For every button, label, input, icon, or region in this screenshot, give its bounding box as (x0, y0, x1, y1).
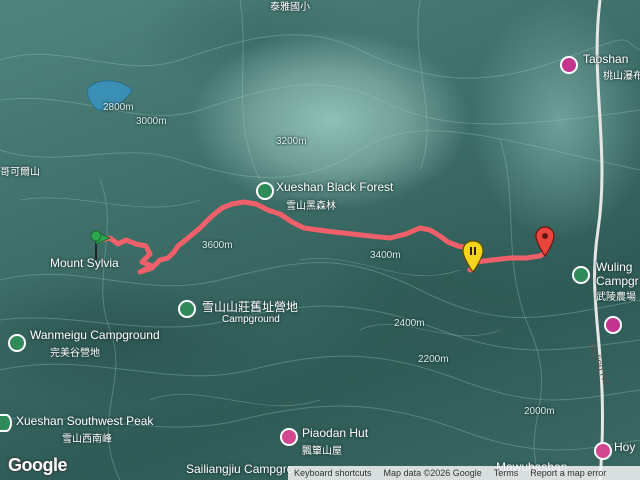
place-wanmeigu[interactable]: Wanmeigu Campground (30, 328, 160, 342)
place-campground-cn[interactable]: 雪山山莊舊址營地 (202, 298, 298, 315)
piaodan-hut-icon[interactable] (280, 428, 298, 446)
contour-label: 2400m (394, 318, 425, 329)
place-piaodan-cn: 飄簞山屋 (302, 446, 342, 457)
contour-label: 3200m (276, 136, 307, 147)
place-southwest-peak-cn: 雪山西南峰 (62, 434, 112, 445)
black-forest-icon[interactable] (256, 182, 274, 200)
map-data-text: Map data ©2026 Google (383, 468, 482, 478)
terms-link[interactable]: Terms (488, 468, 525, 478)
wanmeigu-icon[interactable] (8, 334, 26, 352)
waypoint-marker[interactable] (462, 240, 484, 274)
wuling-road (593, 0, 605, 480)
place-campground: Campground (222, 314, 280, 325)
contour-label: 3400m (370, 250, 401, 261)
contour-label: 3000m (136, 116, 167, 127)
hoy-icon[interactable] (594, 442, 612, 460)
place-left-edge: 哥可爾山 (0, 167, 40, 178)
wuling-icon[interactable] (572, 266, 590, 284)
end-marker[interactable] (535, 226, 555, 258)
contour-label: 2800m (103, 102, 134, 113)
google-logo[interactable]: Google (8, 455, 68, 476)
place-wanmeigu-cn: 完美谷營地 (50, 348, 100, 359)
place-wuling-cn: 武陵農場 (596, 292, 636, 303)
campground-icon[interactable] (178, 300, 196, 318)
taoshan-pin[interactable] (560, 56, 578, 74)
report-error-link[interactable]: Report a map error (524, 468, 612, 478)
contour-label: 2200m (418, 354, 449, 365)
place-sailiangjiu[interactable]: Sailiangjiu Campgro (186, 462, 293, 476)
place-hoy[interactable]: Hoy (614, 440, 635, 454)
place-piaodan[interactable]: Piaodan Hut (302, 426, 368, 440)
place-wuling[interactable]: Wuling (596, 260, 632, 274)
place-black-forest[interactable]: Xueshan Black Forest (276, 180, 393, 194)
attribution-bar: Keyboard shortcuts Map data ©2026 Google… (288, 466, 640, 480)
place-top-partial: 泰雅國小 (270, 2, 310, 13)
place-taoshan[interactable]: Taoshan (583, 52, 628, 66)
start-flag-marker[interactable] (90, 228, 114, 262)
contour-label: 3600m (202, 240, 233, 251)
keyboard-shortcuts-link[interactable]: Keyboard shortcuts (288, 468, 378, 478)
place-wuling-campground[interactable]: Campgr (596, 274, 639, 288)
terrain-map[interactable]: 泰雅國小 哥可爾山 Taoshan 桃山瀑布 Xueshan Black For… (0, 0, 640, 480)
southwest-peak-icon[interactable] (0, 414, 12, 432)
contour-label: 2000m (524, 406, 555, 417)
place-taoshan-cn: 桃山瀑布 (603, 71, 640, 82)
place-black-forest-cn: 雪山黑森林 (286, 201, 336, 212)
poi-pink-icon[interactable] (604, 316, 622, 334)
place-southwest-peak[interactable]: Xueshan Southwest Peak (16, 414, 153, 428)
